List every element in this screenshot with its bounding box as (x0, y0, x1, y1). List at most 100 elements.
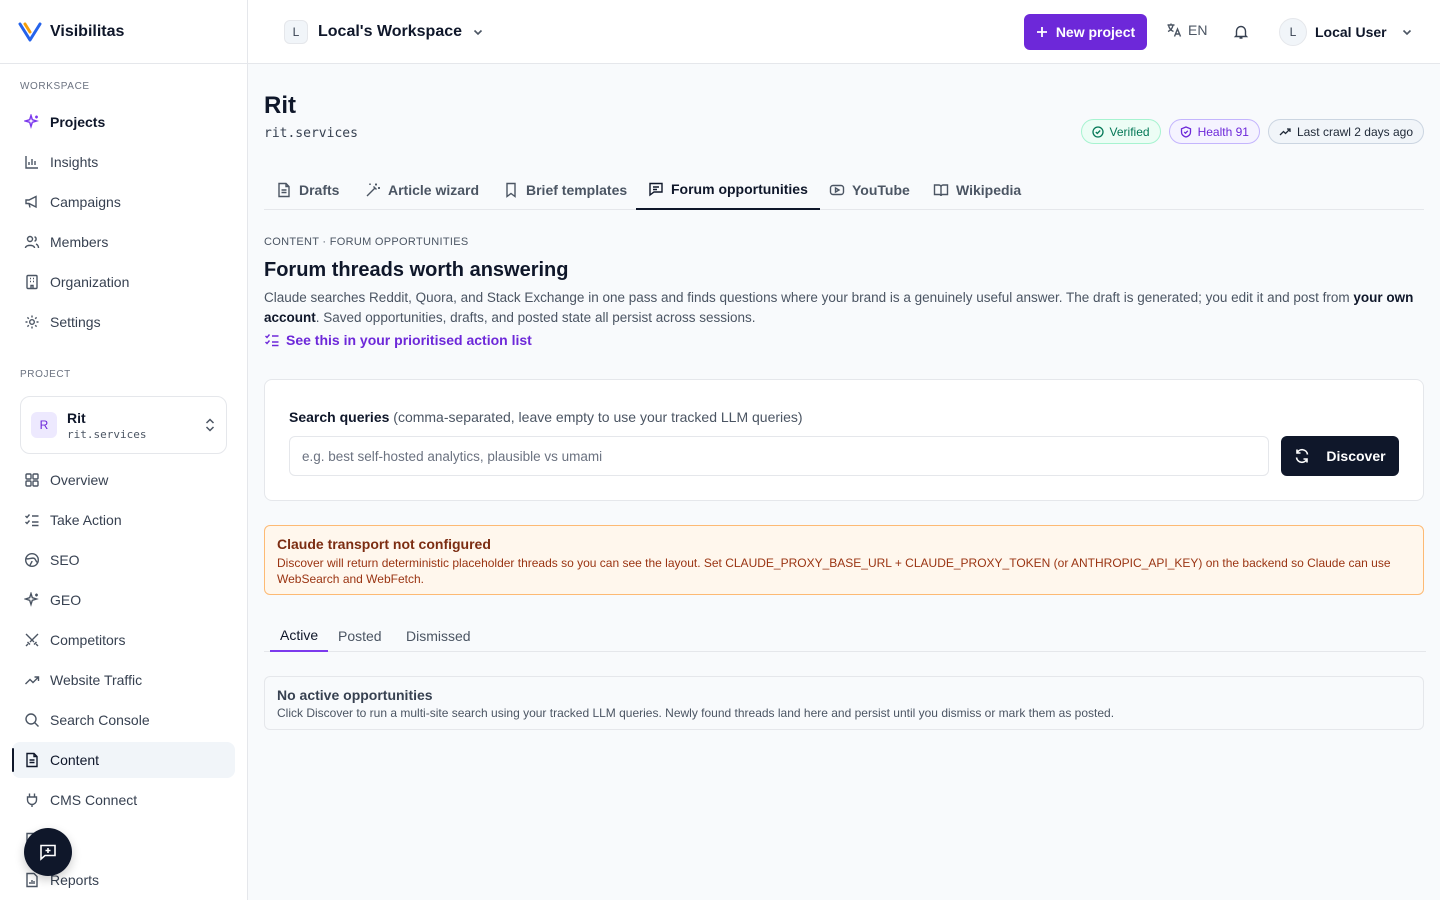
language-switcher[interactable]: EN (1166, 22, 1207, 38)
search-hint: (comma-separated, leave empty to use you… (393, 409, 803, 425)
checklist-icon (264, 332, 280, 348)
tab-dismissed[interactable]: Dismissed (396, 620, 481, 652)
user-name: Local User (1315, 24, 1387, 40)
section-description: Claude searches Reddit, Quora, and Stack… (264, 288, 1414, 328)
sidebar-item-label: Settings (50, 314, 101, 330)
sidebar-item-seo[interactable]: SEO (12, 542, 235, 578)
building-icon (24, 274, 40, 290)
refresh-icon (1294, 448, 1310, 464)
tab-active[interactable]: Active (270, 620, 329, 652)
swords-icon (24, 632, 40, 648)
sidebar-item-label: Overview (50, 472, 109, 488)
search-card: Search queries (comma-separated, leave e… (264, 379, 1424, 501)
sidebar-item-website-traffic[interactable]: Website Traffic (12, 662, 235, 698)
sidebar-item-label: Insights (50, 154, 99, 170)
sidebar-item-label: SEO (50, 552, 80, 568)
empty-state-body: Click Discover to run a multi-site searc… (277, 706, 1115, 720)
empty-state: No active opportunities Click Discover t… (264, 676, 1424, 730)
trending-up-icon (1279, 126, 1291, 138)
tab-label: Forum opportunities (671, 180, 808, 197)
avatar: L (1279, 18, 1307, 46)
logo-icon (18, 21, 42, 43)
plug-icon (24, 792, 40, 808)
search-queries-label: Search queries (comma-separated, leave e… (289, 409, 803, 425)
user-menu[interactable]: L Local User (1279, 18, 1413, 46)
project-avatar: R (31, 412, 57, 438)
action-list-link[interactable]: See this in your prioritised action list (264, 332, 532, 348)
tab-wikipedia[interactable]: Wikipedia (921, 169, 1033, 210)
search-icon (24, 712, 40, 728)
book-open-icon (933, 182, 949, 198)
plus-icon (1036, 26, 1048, 38)
sidebar-item-search-console[interactable]: Search Console (12, 702, 235, 738)
breadcrumb: CONTENT · FORUM OPPORTUNITIES (264, 236, 469, 248)
sidebar-item-organization[interactable]: Organization (12, 264, 235, 300)
tab-label: Brief templates (526, 181, 628, 198)
project-switcher[interactable]: R Rit rit.services (20, 396, 227, 454)
shield-icon (1180, 125, 1192, 138)
tab-posted[interactable]: Posted (328, 620, 392, 652)
sidebar-item-competitors[interactable]: Competitors (12, 622, 235, 658)
notifications-button[interactable] (1233, 24, 1249, 40)
project-domain: rit.services (67, 427, 147, 441)
warning-banner: Claude transport not configured Discover… (264, 525, 1424, 595)
sidebar-item-label: CMS Connect (50, 792, 138, 808)
trending-up-icon (24, 672, 40, 688)
bell-icon (1233, 24, 1249, 40)
sidebar-item-content[interactable]: Content (12, 742, 235, 778)
verified-badge: Verified (1080, 119, 1161, 144)
check-circle-icon (1091, 125, 1104, 138)
page-domain: rit.services (264, 126, 358, 141)
sidebar-item-projects[interactable]: Projects (12, 104, 235, 140)
content-tabs: Drafts Article wizard Brief templates Fo… (264, 169, 1424, 210)
sparkles-icon (24, 114, 40, 130)
warning-body: Discover will return deterministic place… (277, 556, 1391, 586)
bar-chart-icon (24, 154, 40, 170)
sidebar-item-geo[interactable]: GEO (12, 582, 235, 618)
sidebar-item-overview[interactable]: Overview (12, 462, 235, 498)
brand[interactable]: Visibilitas (0, 0, 247, 64)
sidebar-item-settings[interactable]: Settings (12, 304, 235, 340)
discover-button[interactable]: Discover (1281, 436, 1399, 476)
project-name: Rit (67, 409, 86, 426)
sidebar-item-label: Organization (50, 274, 130, 290)
health-badge: Health 91 (1168, 119, 1260, 144)
sidebar: Visibilitas WORKSPACE Projects Insights … (0, 0, 248, 900)
sidebar-item-label: Campaigns (50, 194, 121, 210)
language-label: EN (1188, 22, 1208, 38)
search-label-text: Search queries (289, 409, 390, 425)
status-tabs: Active Posted Dismissed (264, 620, 1426, 652)
sidebar-item-take-action[interactable]: Take Action (12, 502, 235, 538)
grid-icon (24, 472, 40, 488)
health-label: Health 91 (1197, 124, 1249, 139)
sidebar-item-cms-connect[interactable]: CMS Connect (12, 782, 235, 818)
tab-drafts[interactable]: Drafts (264, 169, 351, 210)
tab-forum-opportunities[interactable]: Forum opportunities (636, 169, 820, 210)
megaphone-icon (24, 194, 40, 210)
topbar: L Local's Workspace New project EN L Loc… (248, 0, 1440, 64)
sidebar-item-label: Reports (50, 872, 100, 888)
brand-name: Visibilitas (50, 22, 125, 40)
discover-label: Discover (1326, 448, 1386, 464)
tab-label: YouTube (852, 181, 910, 198)
tab-youtube[interactable]: YouTube (817, 169, 922, 210)
workspace-avatar: L (284, 20, 308, 44)
tab-article-wizard[interactable]: Article wizard (353, 169, 491, 210)
sidebar-item-members[interactable]: Members (12, 224, 235, 260)
sidebar-item-label: GEO (50, 592, 82, 608)
sidebar-item-insights[interactable]: Insights (12, 144, 235, 180)
sidebar-item-label: Competitors (50, 632, 126, 648)
new-project-button[interactable]: New project (1024, 14, 1147, 50)
sidebar-item-campaigns[interactable]: Campaigns (12, 184, 235, 220)
file-text-icon (24, 752, 40, 768)
chat-button[interactable] (24, 828, 72, 876)
section-heading: Forum threads worth answering (264, 259, 569, 281)
new-project-label: New project (1055, 24, 1136, 40)
tab-label: Wikipedia (956, 181, 1022, 198)
project-section-label: PROJECT (20, 369, 71, 380)
search-queries-input[interactable] (289, 436, 1269, 476)
tab-brief-templates[interactable]: Brief templates (491, 169, 639, 210)
translate-icon (1166, 22, 1182, 38)
workspace-name: Local's Workspace (318, 23, 463, 40)
workspace-switcher[interactable]: L Local's Workspace (284, 20, 484, 44)
